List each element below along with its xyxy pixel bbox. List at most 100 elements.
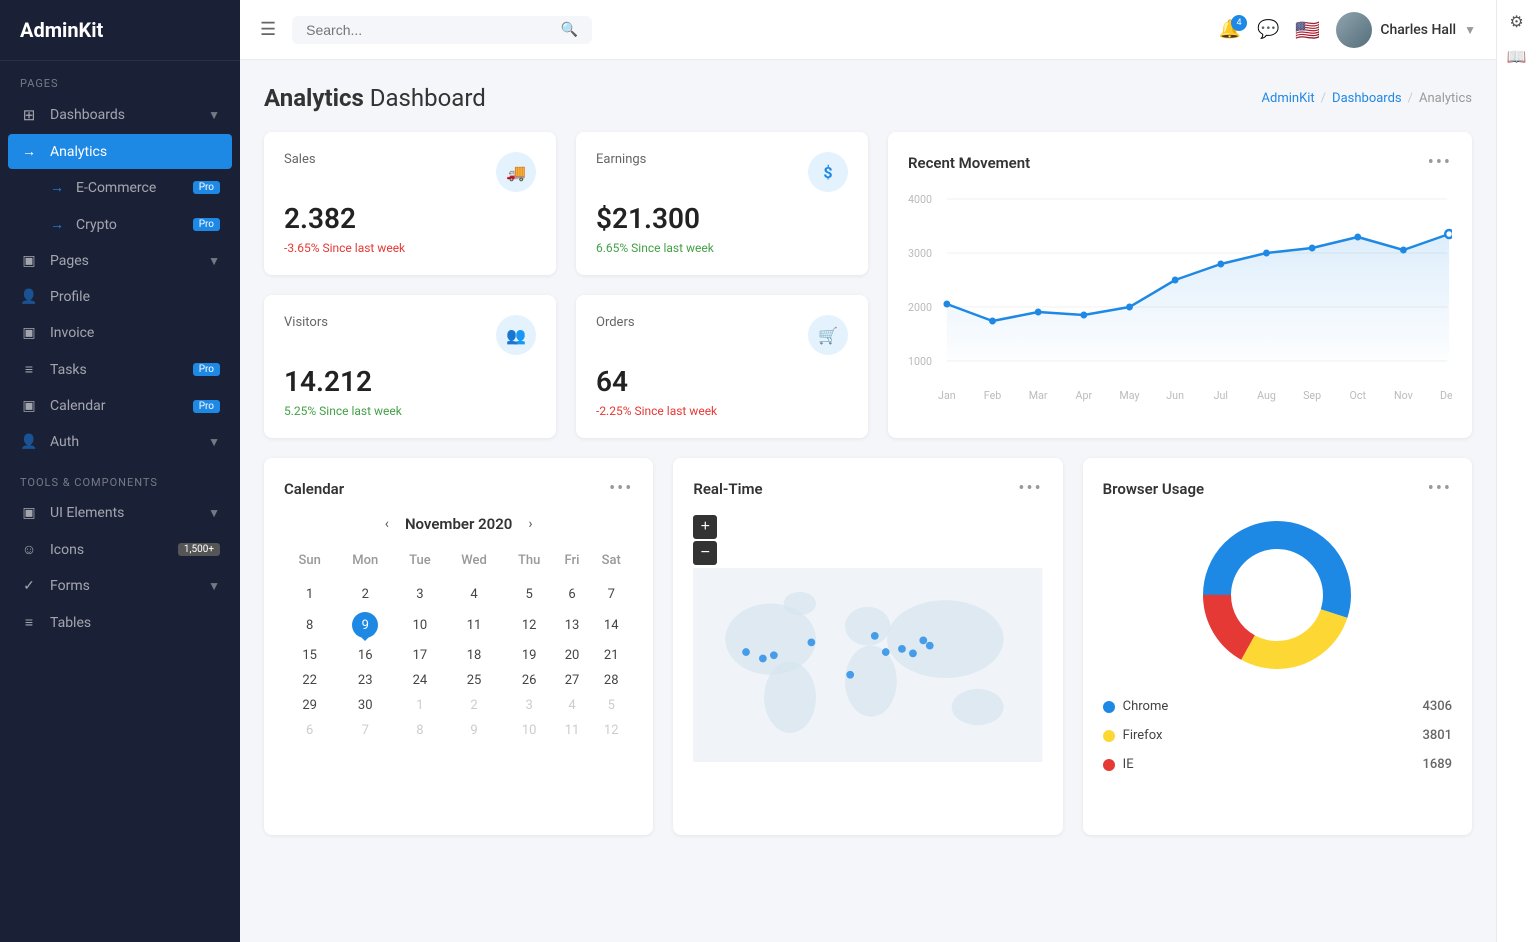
svg-text:Sep: Sep bbox=[1303, 389, 1321, 402]
crypto-arrow-icon: → bbox=[50, 216, 64, 233]
earnings-change: 6.65% Since last week bbox=[596, 241, 848, 255]
language-flag[interactable]: 🇺🇸 bbox=[1295, 18, 1320, 42]
svg-text:3000: 3000 bbox=[908, 247, 932, 260]
ecommerce-pro-badge: Pro bbox=[193, 181, 220, 194]
svg-text:Dec: Dec bbox=[1440, 389, 1452, 402]
breadcrumb-dashboards[interactable]: Dashboards bbox=[1332, 91, 1402, 106]
sales-label: Sales bbox=[284, 152, 316, 167]
line-chart: 4000 3000 2000 1000 bbox=[908, 189, 1452, 409]
sidebar-item-pages[interactable]: ▣ Pages ▼ bbox=[0, 243, 240, 279]
sidebar: AdminKit Pages ⊞ Dashboards ▼ → Analytic… bbox=[0, 0, 240, 942]
auth-chevron-icon: ▼ bbox=[208, 435, 220, 449]
search-input[interactable] bbox=[306, 22, 553, 38]
tasks-icon: ≡ bbox=[20, 361, 38, 378]
svg-text:2000: 2000 bbox=[908, 301, 932, 314]
chrome-count: 4306 bbox=[1422, 699, 1452, 714]
user-name: Charles Hall bbox=[1380, 22, 1456, 38]
visitors-icon: 👥 bbox=[496, 315, 536, 355]
svg-text:Jun: Jun bbox=[1166, 389, 1184, 402]
sidebar-item-calendar[interactable]: ▣ Calendar Pro bbox=[0, 388, 240, 424]
cal-month-year: November 2020 bbox=[405, 515, 512, 533]
cal-prev-arrow[interactable]: ‹ bbox=[385, 516, 389, 532]
visitors-change: 5.25% Since last week bbox=[284, 404, 536, 418]
sidebar-item-analytics[interactable]: → Analytics bbox=[8, 134, 232, 169]
realtime-card: Real-Time ••• + − bbox=[673, 458, 1062, 835]
right-sidebar: ⚙ 📖 bbox=[1496, 0, 1536, 942]
visitors-label: Visitors bbox=[284, 315, 328, 330]
breadcrumb-current: Analytics bbox=[1419, 91, 1472, 106]
dashboards-icon: ⊞ bbox=[20, 106, 38, 124]
browser-item-ie: IE 1689 bbox=[1103, 757, 1452, 772]
breadcrumb-adminkit[interactable]: AdminKit bbox=[1262, 91, 1315, 106]
realtime-options-icon[interactable]: ••• bbox=[1018, 478, 1042, 499]
calendar-icon: ▣ bbox=[20, 398, 38, 414]
forms-chevron-icon: ▼ bbox=[208, 579, 220, 593]
browser-options-icon[interactable]: ••• bbox=[1428, 478, 1452, 499]
sidebar-item-dashboards[interactable]: ⊞ Dashboards ▼ bbox=[0, 96, 240, 134]
book-icon[interactable]: 📖 bbox=[1507, 47, 1527, 66]
recent-movement-card: Recent Movement ••• 4000 3000 2000 1000 bbox=[888, 132, 1472, 438]
ui-elements-icon: ▣ bbox=[20, 505, 38, 521]
svg-text:Mar: Mar bbox=[1029, 389, 1048, 402]
browser-usage-card: Browser Usage ••• bbox=[1083, 458, 1472, 835]
sidebar-item-tables[interactable]: ≡ Tables bbox=[0, 604, 240, 641]
content-area: Analytics Dashboard AdminKit / Dashboard… bbox=[240, 60, 1496, 942]
user-menu[interactable]: Charles Hall ▼ bbox=[1336, 12, 1476, 48]
world-map-svg bbox=[693, 515, 1042, 815]
crypto-pro-badge: Pro bbox=[193, 218, 220, 231]
map-zoom-in[interactable]: + bbox=[693, 515, 717, 539]
chat-icon[interactable]: 💬 bbox=[1257, 19, 1279, 40]
sidebar-pages-section: Pages ⊞ Dashboards ▼ → Analytics → E-Com… bbox=[0, 61, 240, 460]
sales-change: -3.65% Since last week bbox=[284, 241, 536, 255]
orders-change: -2.25% Since last week bbox=[596, 404, 848, 418]
cal-today-marker: 9 bbox=[352, 612, 378, 638]
bottom-row: Calendar ••• ‹ November 2020 › Sun Mon T… bbox=[264, 458, 1472, 835]
icons-count-badge: 1,500+ bbox=[178, 543, 220, 556]
firefox-dot bbox=[1103, 730, 1115, 742]
sidebar-item-ui-elements[interactable]: ▣ UI Elements ▼ bbox=[0, 495, 240, 531]
cal-next-arrow[interactable]: › bbox=[528, 516, 532, 532]
chart-options-icon[interactable]: ••• bbox=[1428, 152, 1452, 173]
svg-text:Aug: Aug bbox=[1257, 389, 1276, 402]
avatar bbox=[1336, 12, 1372, 48]
svg-text:Jul: Jul bbox=[1214, 389, 1228, 402]
stats-card-earnings: Earnings $ $21.300 6.65% Since last week bbox=[576, 132, 868, 275]
sidebar-item-invoice[interactable]: ▣ Invoice bbox=[0, 315, 240, 351]
forms-icon: ✓ bbox=[20, 578, 38, 594]
sidebar-item-tasks[interactable]: ≡ Tasks Pro bbox=[0, 351, 240, 388]
donut-chart bbox=[1103, 515, 1452, 675]
chrome-name: Chrome bbox=[1123, 699, 1169, 714]
stats-card-sales: Sales 🚚 2.382 -3.65% Since last week bbox=[264, 132, 556, 275]
chart-title: Recent Movement bbox=[908, 154, 1030, 172]
realtime-title: Real-Time bbox=[693, 480, 762, 498]
map-zoom-out[interactable]: − bbox=[693, 541, 717, 565]
chrome-dot bbox=[1103, 701, 1115, 713]
visitors-value: 14.212 bbox=[284, 365, 536, 398]
sidebar-item-profile[interactable]: 👤 Profile bbox=[0, 279, 240, 315]
menu-toggle-icon[interactable]: ☰ bbox=[260, 19, 276, 40]
ie-count: 1689 bbox=[1422, 757, 1452, 772]
calendar-options-icon[interactable]: ••• bbox=[609, 478, 633, 499]
ie-dot bbox=[1103, 759, 1115, 771]
pages-chevron-icon: ▼ bbox=[208, 254, 220, 268]
sidebar-item-ecommerce[interactable]: → E-Commerce Pro bbox=[0, 169, 240, 206]
earnings-icon: $ bbox=[808, 152, 848, 192]
main-area: ☰ 🔍 🔔 4 💬 🇺🇸 Charles Hall ▼ Analytics Da… bbox=[240, 0, 1496, 942]
sales-value: 2.382 bbox=[284, 202, 536, 235]
tables-icon: ≡ bbox=[20, 614, 38, 631]
sidebar-logo[interactable]: AdminKit bbox=[0, 0, 240, 61]
stats-card-visitors: Visitors 👥 14.212 5.25% Since last week bbox=[264, 295, 556, 438]
ecommerce-arrow-icon: → bbox=[50, 179, 64, 196]
notifications-bell[interactable]: 🔔 4 bbox=[1219, 19, 1241, 40]
svg-text:4000: 4000 bbox=[908, 193, 932, 206]
svg-text:Oct: Oct bbox=[1350, 389, 1367, 402]
sidebar-item-forms[interactable]: ✓ Forms ▼ bbox=[0, 568, 240, 604]
sidebar-item-icons[interactable]: ☺ Icons 1,500+ bbox=[0, 531, 240, 568]
chevron-down-icon: ▼ bbox=[208, 108, 220, 122]
sidebar-item-crypto[interactable]: → Crypto Pro bbox=[0, 206, 240, 243]
analytics-arrow-icon: → bbox=[20, 143, 38, 160]
settings-icon[interactable]: ⚙ bbox=[1509, 12, 1523, 31]
sidebar-item-auth[interactable]: 👤 Auth ▼ bbox=[0, 424, 240, 460]
search-bar: 🔍 bbox=[292, 16, 592, 44]
firefox-count: 3801 bbox=[1422, 728, 1452, 743]
